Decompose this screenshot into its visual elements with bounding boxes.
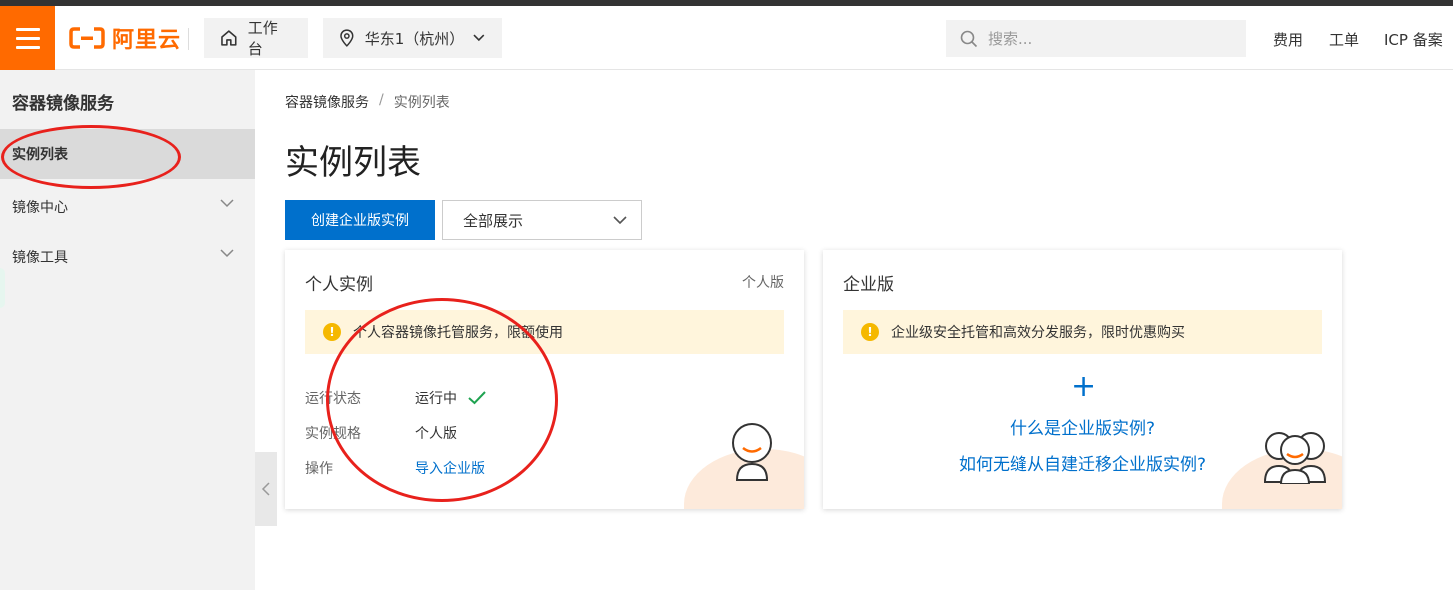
spec-value: 个人版 — [415, 426, 457, 442]
sidebar-item-image-center[interactable]: 镜像中心 — [0, 182, 255, 232]
notice-text: 个人容器镜像托管服务，限额使用 — [353, 325, 563, 341]
warning-icon: ! — [323, 323, 341, 341]
enterprise-card[interactable]: 企业版 ! 企业级安全托管和高效分发服务，限时优惠购买 + 什么是企业版实例? … — [823, 250, 1342, 509]
home-icon — [221, 30, 237, 46]
location-pin-icon — [340, 29, 354, 47]
aliyun-logo-icon — [69, 27, 105, 49]
edition-tag: 个人版 — [742, 275, 784, 291]
breadcrumb: 容器镜像服务 / 实例列表 — [285, 92, 450, 112]
spec-label: 实例规格 — [305, 426, 361, 442]
breadcrumb-item[interactable]: 容器镜像服务 — [285, 92, 369, 112]
icp-filing-link[interactable]: ICP 备案 — [1384, 29, 1443, 50]
search-box[interactable] — [946, 20, 1246, 57]
action-label: 操作 — [305, 461, 333, 477]
billing-link[interactable]: 费用 — [1273, 29, 1303, 50]
breadcrumb-separator: / — [379, 92, 384, 108]
create-enterprise-instance-button[interactable]: 创建企业版实例 — [285, 200, 435, 240]
warning-icon: ! — [861, 323, 879, 341]
logo-divider — [188, 28, 189, 50]
instance-filter-select[interactable]: 全部展示 — [442, 200, 642, 240]
notice-text: 企业级安全托管和高效分发服务，限时优惠购买 — [891, 325, 1185, 341]
chevron-down-icon — [220, 249, 234, 258]
filter-value: 全部展示 — [463, 211, 524, 230]
personal-instance-card[interactable]: 个人实例 个人版 ! 个人容器镜像托管服务，限额使用 运行状态 运行中 实例规格… — [285, 250, 804, 509]
region-selector[interactable]: 华东1（杭州） — [323, 18, 502, 58]
check-icon — [468, 391, 486, 405]
chevron-down-icon — [613, 216, 627, 225]
sidebar-item-label: 实例列表 — [12, 147, 68, 163]
notice-banner: ! 企业级安全托管和高效分发服务，限时优惠购买 — [843, 310, 1322, 354]
logo-text: 阿里云 — [112, 28, 182, 53]
sidebar-item-instance-list[interactable]: 实例列表 — [0, 129, 255, 179]
aliyun-logo[interactable]: 阿里云 — [68, 23, 181, 53]
hamburger-menu-button[interactable] — [0, 6, 55, 70]
plus-icon[interactable]: + — [1071, 372, 1096, 402]
notice-banner: ! 个人容器镜像托管服务，限额使用 — [305, 310, 784, 354]
workbench-label: 工作台 — [247, 19, 278, 58]
card-title: 企业版 — [843, 275, 894, 295]
team-illustration-icon — [1263, 432, 1327, 484]
status-label: 运行状态 — [305, 391, 361, 407]
sidebar-item-image-tools[interactable]: 镜像工具 — [0, 232, 255, 282]
sidebar-item-label: 镜像中心 — [12, 200, 68, 216]
top-header: 阿里云 工作台 华东1（杭州） 费用 工单 ICP 备案 — [0, 6, 1453, 70]
region-label: 华东1（杭州） — [364, 29, 465, 48]
sidebar-title: 容器镜像服务 — [12, 94, 114, 114]
sidebar-item-label: 镜像工具 — [12, 250, 68, 266]
status-text: 运行中 — [415, 391, 457, 407]
import-enterprise-link[interactable]: 导入企业版 — [415, 458, 485, 478]
page-title: 实例列表 — [285, 143, 421, 183]
chevron-left-icon — [261, 482, 270, 496]
person-illustration-icon — [732, 423, 772, 481]
card-title: 个人实例 — [305, 275, 373, 295]
ticket-link[interactable]: 工单 — [1329, 29, 1359, 50]
chevron-down-icon — [220, 199, 234, 208]
sidebar: 容器镜像服务 实例列表 镜像中心 镜像工具 — [0, 70, 255, 590]
search-input[interactable] — [988, 29, 1228, 48]
sidebar-collapse-button[interactable] — [255, 452, 277, 526]
breadcrumb-current: 实例列表 — [393, 95, 450, 111]
chevron-down-icon — [473, 34, 485, 42]
search-icon — [960, 30, 978, 47]
status-value: 运行中 — [415, 388, 487, 408]
workbench-button[interactable]: 工作台 — [204, 18, 308, 58]
